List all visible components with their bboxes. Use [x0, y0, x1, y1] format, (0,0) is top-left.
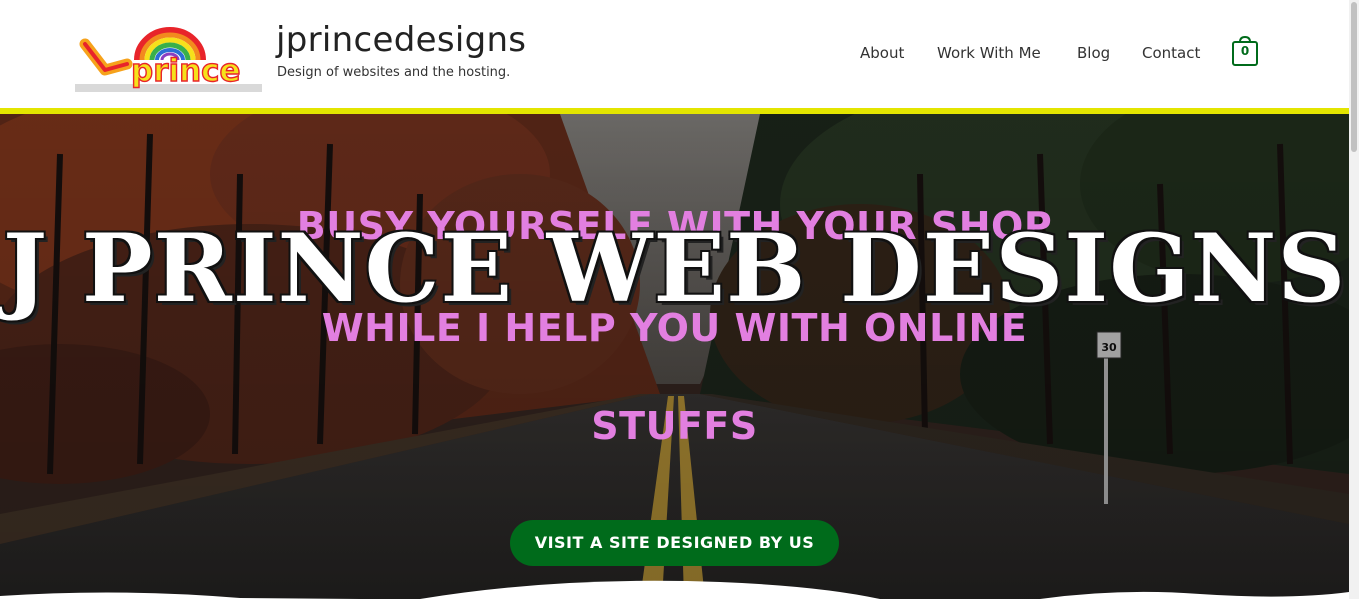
nav-item-about[interactable]: About	[860, 44, 904, 62]
site-header: prince jprincedesigns Design of websites…	[0, 0, 1349, 108]
visit-site-button[interactable]: VISIT A SITE DESIGNED BY US	[510, 520, 839, 566]
nav-item-contact[interactable]: Contact	[1142, 44, 1200, 62]
site-tagline: Design of websites and the hosting.	[277, 65, 511, 80]
nav-item-work-with-me[interactable]: Work With Me	[937, 44, 1041, 62]
overlay-brand-title: J PRINCE WEB DESIGNS	[2, 214, 1347, 324]
primary-nav: About Work With Me Blog Contact	[0, 44, 1349, 64]
cart-button[interactable]: 0	[1232, 35, 1258, 66]
cart-count: 0	[1240, 44, 1250, 58]
page-scrollbar[interactable]	[1349, 0, 1359, 599]
scrollbar-thumb[interactable]	[1351, 2, 1357, 152]
hero-headline-line-3: STUFFS	[591, 404, 758, 448]
hero-section: 30 BUSY YOURSELF WITH YOUR SHOP WHILE I …	[0, 114, 1349, 599]
nav-item-blog[interactable]: Blog	[1077, 44, 1110, 62]
